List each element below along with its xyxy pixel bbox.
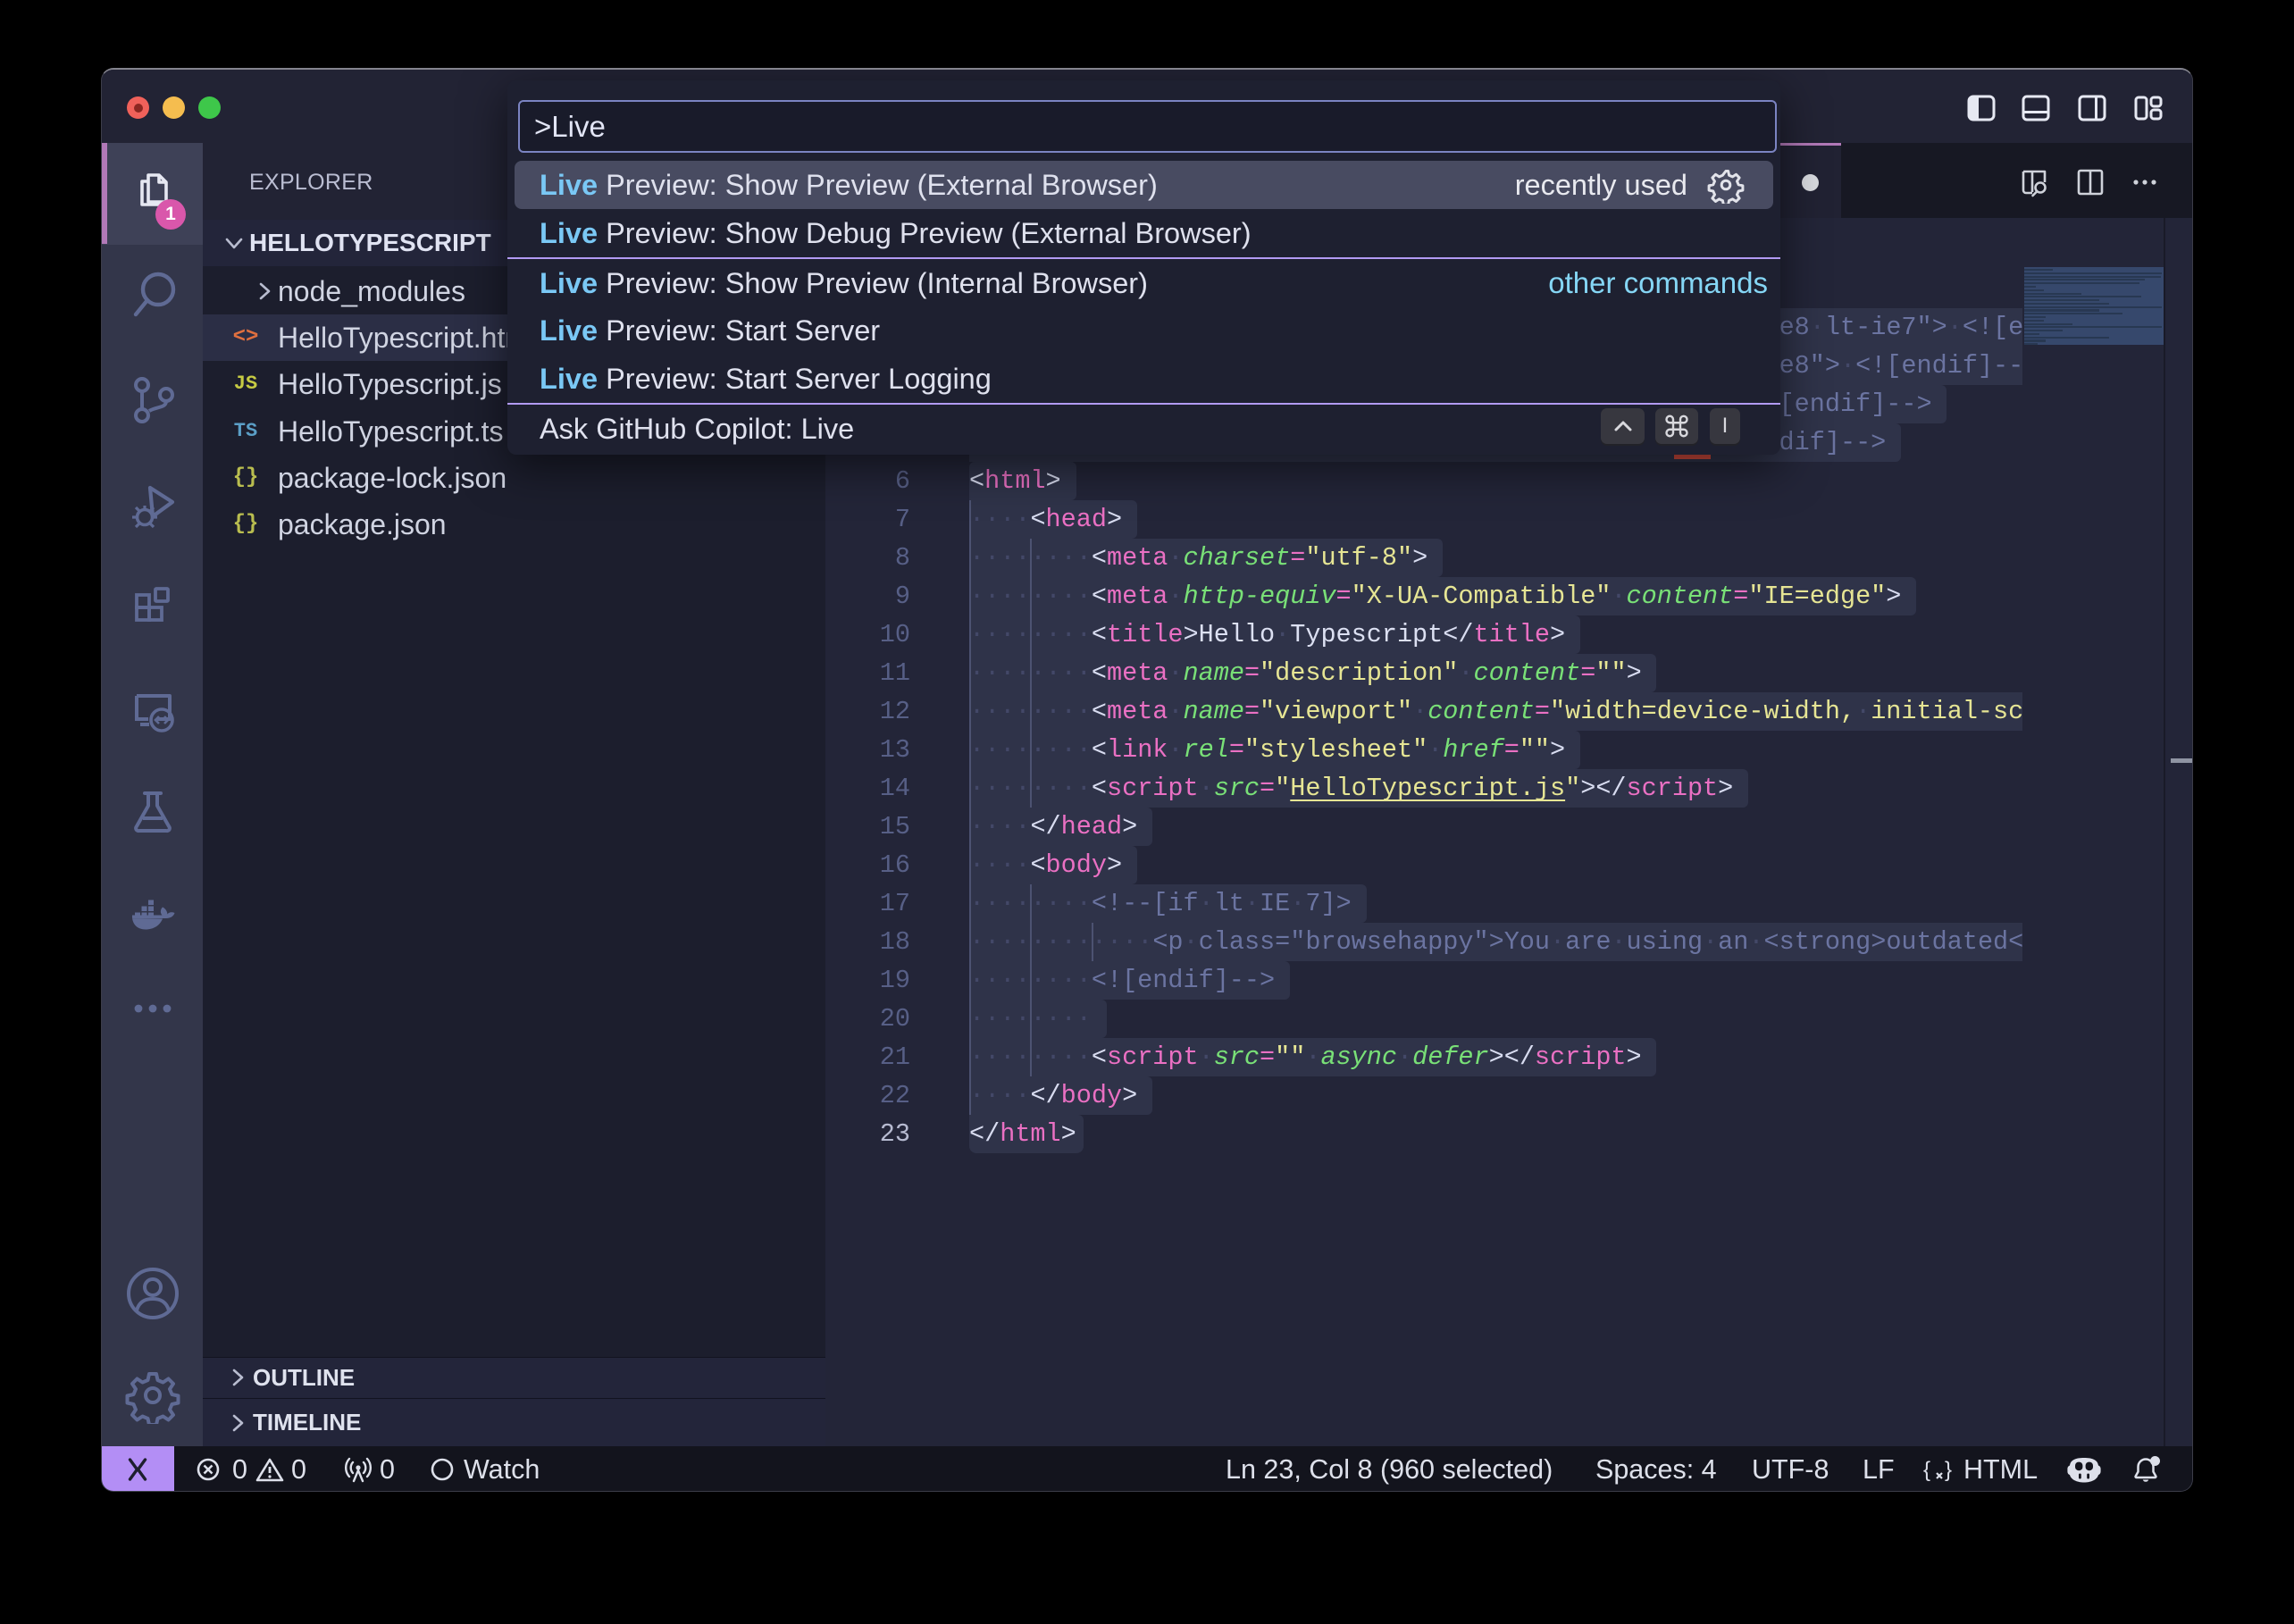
svg-text:{: {	[1923, 1458, 1930, 1482]
svg-text:}: }	[1945, 1458, 1952, 1482]
